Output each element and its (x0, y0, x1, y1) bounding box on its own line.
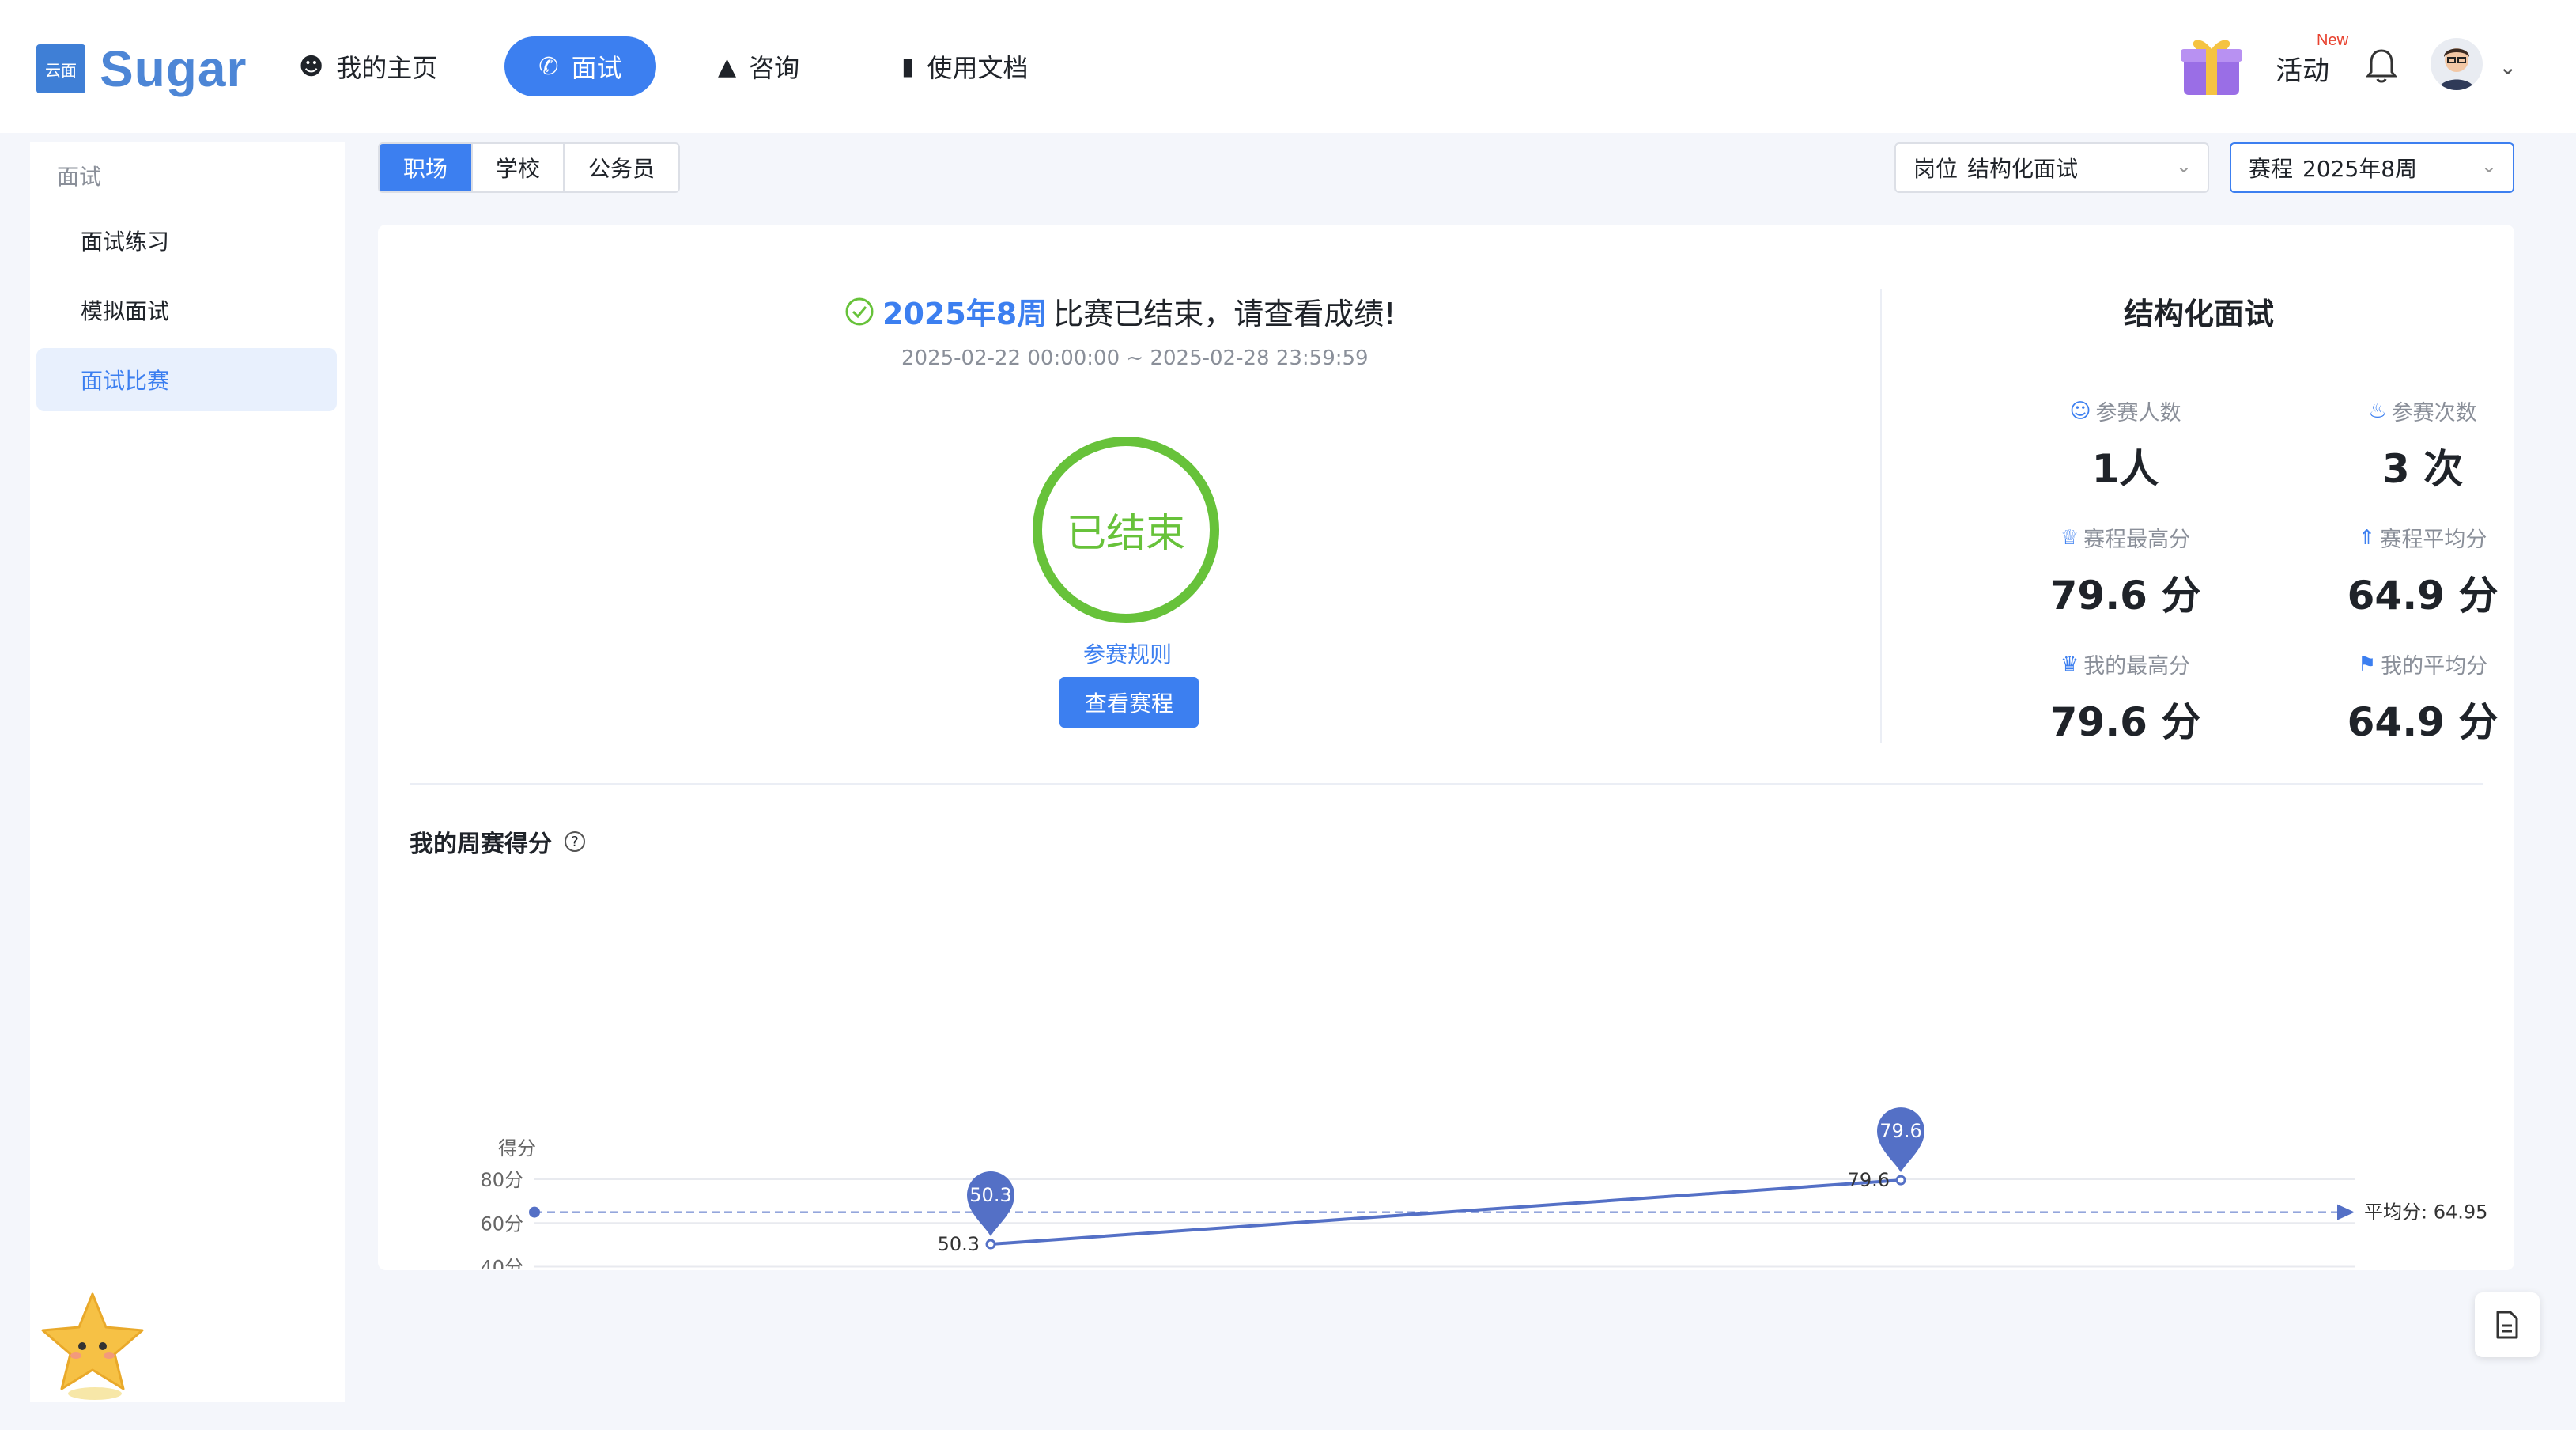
data-point (1895, 1175, 1906, 1186)
smile-icon: ☻ (299, 52, 324, 81)
score-line-chart: 得分0分20分40分60分80分日期2025-03-02 14:082025-0… (480, 1107, 2487, 1269)
y-axis-label: 得分 (498, 1137, 536, 1160)
nav-consult-label: 咨询 (749, 53, 800, 83)
category-tabs: 职场 学校 公务员 (378, 142, 680, 193)
stat-label: 我的平均分 (2381, 654, 2488, 679)
stat-value: 79.6 分 (2049, 699, 2201, 745)
flag-icon: ⚑ (2357, 652, 2377, 676)
book-icon: ▮ (901, 52, 915, 81)
flame-icon: ♨ (2368, 399, 2387, 423)
view-schedule-button[interactable]: 查看赛程 (1059, 677, 1199, 728)
sidebar-item-label: 面试练习 (81, 229, 170, 255)
chevron-down-icon: ⌄ (2175, 155, 2192, 177)
stat-value: 1人 (2091, 446, 2159, 492)
season-select-value: 2025年8周 (2302, 156, 2418, 182)
bell-filled-icon: ▲ (718, 52, 737, 81)
divider-horizontal (410, 783, 2483, 785)
competition-week: 2025年8周 (882, 297, 1048, 331)
tab-workplace[interactable]: 职场 (380, 144, 473, 191)
position-select-value: 结构化面试 (1967, 156, 2079, 182)
sidebar-item-label: 面试比赛 (81, 368, 170, 394)
rules-link[interactable]: 参赛规则 (1083, 637, 1172, 669)
new-badge: New (2317, 32, 2349, 49)
average-label: 平均分: 64.95 (2364, 1201, 2487, 1224)
sidebar-item-practice[interactable]: 面试练习 (36, 209, 337, 272)
nav-consult[interactable]: ▲ 咨询 (718, 36, 799, 96)
stat-my-max: ♛ 我的最高分 79.6 分 (2007, 649, 2244, 747)
stat-value: 3 次 (2381, 446, 2464, 492)
mascot-star-icon[interactable] (33, 1288, 152, 1406)
sidebar-group-title: 面试 (57, 164, 102, 190)
stat-label: 我的最高分 (2083, 654, 2191, 679)
notification-bell-icon[interactable] (2364, 46, 2399, 85)
stat-season-max: ♕ 赛程最高分 79.6 分 (2007, 522, 2244, 621)
status-ring-label: 已结束 (1067, 510, 1185, 556)
gift-icon[interactable] (2176, 28, 2247, 100)
stat-label: 赛程最高分 (2083, 528, 2191, 552)
chevron-down-icon: ⌄ (2480, 155, 2497, 177)
phone-icon: ✆ (538, 52, 559, 81)
brand-name: Sugar (100, 40, 247, 97)
y-tick-label: 60分 (480, 1212, 523, 1235)
rocket-icon: ⇑ (2358, 525, 2376, 550)
position-select[interactable]: 岗位 结构化面试 ⌄ (1894, 142, 2209, 193)
sidebar-item-label: 模拟面试 (81, 298, 170, 324)
check-circle-icon (845, 297, 874, 325)
document-button[interactable] (2475, 1292, 2540, 1357)
status-ring: 已结束 (1033, 437, 1219, 623)
stat-season-avg: ⇑ 赛程平均分 64.9 分 (2304, 522, 2541, 621)
user-avatar[interactable] (2431, 38, 2483, 90)
stat-label: 参赛人数 (2095, 401, 2181, 426)
trophy-icon: ♕ (2060, 525, 2079, 550)
average-line-start (529, 1206, 540, 1218)
smile-outline-icon: ☺ (2069, 399, 2091, 423)
stat-value: 79.6 分 (2049, 573, 2201, 619)
crown-icon: ♛ (2060, 652, 2079, 676)
season-select-label: 赛程 (2249, 156, 2294, 182)
y-tick-label: 80分 (480, 1169, 523, 1191)
position-select-label: 岗位 (1913, 156, 1958, 182)
competition-message: 比赛已结束，请查看成绩! (1053, 297, 1396, 331)
sidebar-item-mock[interactable]: 模拟面试 (36, 278, 337, 342)
competition-date-range: 2025-02-22 00:00:00 ~ 2025-02-28 23:59:5… (901, 346, 1369, 370)
nav-interview[interactable]: ✆ 面试 (504, 36, 656, 96)
stat-attempts: ♨ 参赛次数 3 次 (2304, 395, 2541, 494)
stat-label: 参赛次数 (2391, 401, 2477, 426)
nav-docs[interactable]: ▮ 使用文档 (901, 36, 1029, 96)
stats-title: 结构化面试 (2124, 297, 2275, 331)
average-line-arrow (2337, 1204, 2355, 1220)
data-point (985, 1239, 996, 1250)
tab-civil-servant[interactable]: 公务员 (565, 144, 678, 191)
data-pin-label: 79.6 (1879, 1120, 1921, 1142)
stat-value: 64.9 分 (2347, 699, 2499, 745)
top-header: 云面 Sugar ☻ 我的主页 ✆ 面试 ▲ 咨询 ▮ 使用文档 活动 New (0, 0, 2576, 133)
nav-docs-label: 使用文档 (927, 53, 1029, 83)
stat-label: 赛程平均分 (2380, 528, 2487, 552)
logo-mark: 云面 (36, 44, 85, 93)
activity-link[interactable]: 活动 (2276, 49, 2329, 88)
tab-school[interactable]: 学校 (473, 144, 565, 191)
competition-card: 2025年8周 比赛已结束，请查看成绩! 2025-02-22 00:00:00… (378, 225, 2514, 1270)
chart-title: 我的周赛得分 ? (410, 824, 585, 859)
data-pin-label: 50.3 (969, 1184, 1011, 1206)
nav-interview-label: 面试 (571, 53, 622, 83)
help-icon[interactable]: ? (565, 831, 585, 852)
nav-home[interactable]: ☻ 我的主页 (299, 36, 437, 96)
chevron-down-icon[interactable]: ⌄ (2499, 54, 2517, 80)
stat-value: 64.9 分 (2347, 573, 2499, 619)
document-icon (2496, 1311, 2518, 1339)
sidebar-item-competition[interactable]: 面试比赛 (36, 348, 337, 411)
sidebar: 面试 面试练习 模拟面试 面试比赛 (30, 142, 345, 1402)
chart-title-label: 我的周赛得分 (410, 830, 552, 858)
divider-vertical (1880, 289, 1882, 743)
data-label: 79.6 (1848, 1169, 1890, 1191)
stat-my-avg: ⚑ 我的平均分 64.9 分 (2304, 649, 2541, 747)
season-select[interactable]: 赛程 2025年8周 ⌄ (2230, 142, 2514, 193)
competition-status-title: 2025年8周 比赛已结束，请查看成绩! (844, 289, 1396, 333)
y-tick-label: 40分 (480, 1257, 523, 1269)
data-label: 50.3 (938, 1233, 980, 1255)
stat-participants: ☺ 参赛人数 1人 (2007, 395, 2244, 494)
brand-logo[interactable]: 云面 Sugar (36, 40, 247, 98)
nav-home-label: 我的主页 (336, 53, 438, 83)
